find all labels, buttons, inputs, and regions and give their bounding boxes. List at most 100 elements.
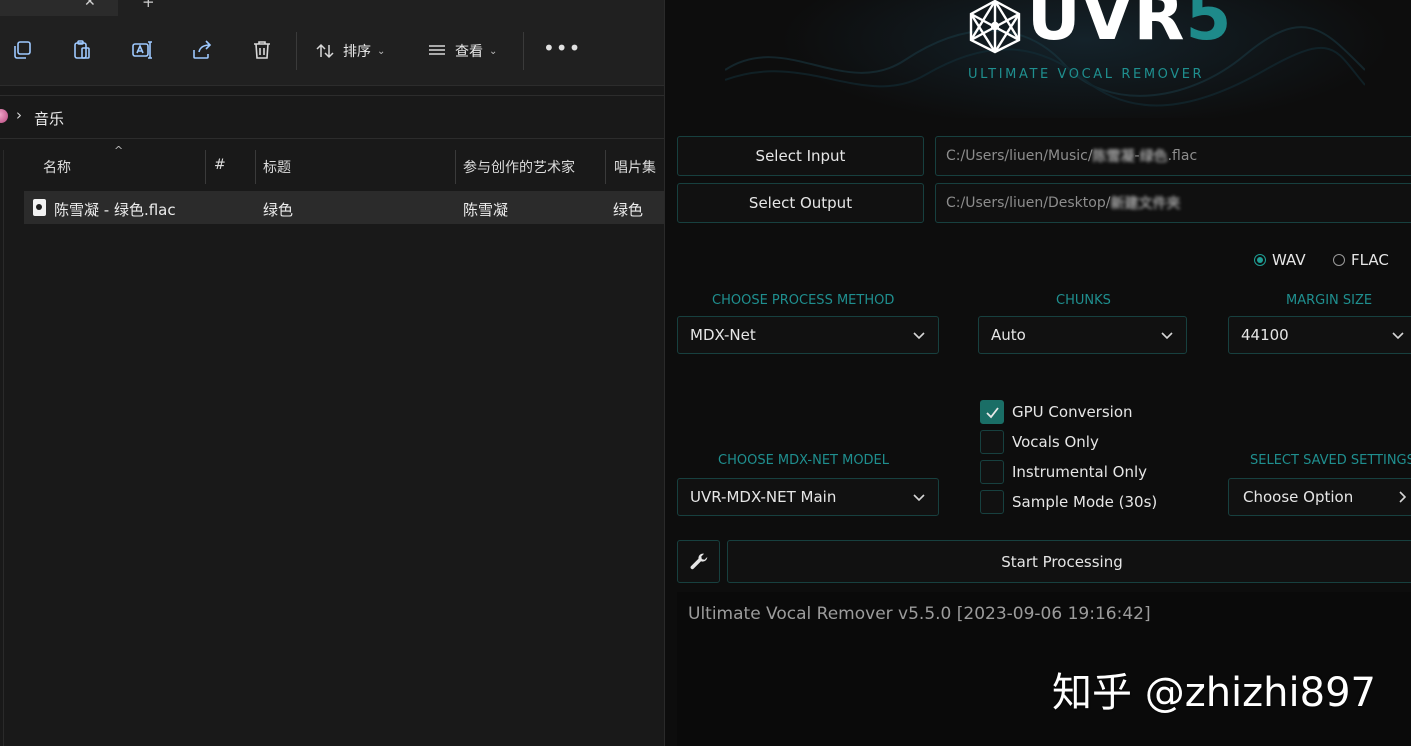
- uvr-banner: UVR5 ULTIMATE VOCAL REMOVER: [665, 0, 1411, 118]
- select-input-button[interactable]: Select Input: [677, 136, 924, 176]
- output-path-folder: 新建文件夹: [1110, 196, 1181, 212]
- neural-network-logo-icon: [969, 0, 1021, 54]
- chevron-down-icon: [1161, 332, 1173, 340]
- music-folder-icon: [0, 109, 8, 123]
- column-divider[interactable]: [455, 150, 456, 184]
- sort-ascending-icon: ^: [114, 144, 124, 157]
- chunks-value: Auto: [991, 326, 1026, 344]
- vocals-only-checkbox[interactable]: Vocals Only: [980, 430, 1099, 454]
- column-divider[interactable]: [605, 150, 606, 184]
- settings-wrench-button[interactable]: [677, 540, 720, 583]
- chevron-down-icon: ⌄: [489, 45, 498, 57]
- saved-settings-value: Choose Option: [1243, 488, 1354, 506]
- margin-size-dropdown[interactable]: 44100: [1228, 316, 1411, 354]
- file-name: 陈雪凝 - 绿色.flac: [54, 201, 176, 219]
- mdx-model-dropdown[interactable]: UVR-MDX-NET Main: [677, 478, 939, 516]
- format-wav-radio[interactable]: WAV: [1254, 251, 1306, 269]
- column-header-artist[interactable]: 参与创作的艺术家: [463, 157, 575, 177]
- sort-arrows-icon: [316, 43, 334, 59]
- sample-mode-label: Sample Mode (30s): [1012, 493, 1158, 511]
- format-flac-radio[interactable]: FLAC: [1333, 251, 1389, 269]
- input-path-ext: .flac: [1167, 148, 1198, 164]
- input-path-title: 绿色: [1139, 149, 1168, 165]
- explorer-toolbar: 排序 ⌄ 查看 ⌄ •••: [0, 16, 664, 86]
- output-path-field[interactable]: C:/Users/liuen/Desktop/新建文件夹: [935, 183, 1411, 223]
- toolbar-divider: [523, 32, 524, 70]
- close-tab-icon[interactable]: ✕: [84, 0, 96, 10]
- select-output-button[interactable]: Select Output: [677, 183, 924, 223]
- input-path-prefix: C:/Users/liuen/Music/: [946, 148, 1093, 164]
- explorer-tab[interactable]: ✕: [0, 0, 118, 16]
- tab-strip: ✕ +: [0, 0, 664, 16]
- new-tab-icon[interactable]: +: [142, 0, 155, 11]
- view-button[interactable]: 查看 ⌄: [427, 38, 497, 64]
- input-path-field[interactable]: C:/Users/liuen/Music/陈雪凝 - 绿色 .flac: [935, 136, 1411, 176]
- file-list: ^ 名称 # 标题 参与创作的艺术家 唱片集 陈雪凝 - 绿色.flac 绿色 …: [0, 140, 664, 746]
- checkbox-unchecked-icon: [980, 490, 1004, 514]
- margin-size-label: MARGIN SIZE: [1286, 293, 1373, 308]
- delete-icon[interactable]: [250, 38, 274, 62]
- radio-unselected-icon: [1333, 254, 1345, 266]
- margin-size-value: 44100: [1241, 326, 1289, 344]
- format-flac-label: FLAC: [1351, 251, 1389, 269]
- chunks-dropdown[interactable]: Auto: [978, 316, 1187, 354]
- address-bar[interactable]: › 音乐: [0, 95, 664, 139]
- wrench-icon: [690, 553, 707, 569]
- sort-button[interactable]: 排序 ⌄: [315, 38, 385, 64]
- sort-button-label: 排序: [343, 44, 371, 60]
- saved-settings-dropdown[interactable]: Choose Option: [1228, 478, 1411, 516]
- checkbox-unchecked-icon: [980, 430, 1004, 454]
- breadcrumb-chevron-icon[interactable]: ›: [16, 106, 22, 124]
- mdx-model-value: UVR-MDX-NET Main: [690, 488, 837, 506]
- checkbox-checked-icon: [980, 400, 1004, 424]
- column-header-album[interactable]: 唱片集: [614, 157, 656, 177]
- toolbar-divider: [296, 32, 297, 70]
- saved-settings-label: SELECT SAVED SETTINGS: [1250, 453, 1411, 468]
- process-method-dropdown[interactable]: MDX-Net: [677, 316, 939, 354]
- process-method-value: MDX-Net: [690, 326, 756, 344]
- gpu-conversion-label: GPU Conversion: [1012, 403, 1133, 421]
- file-album: 绿色: [613, 201, 644, 219]
- file-artist: 陈雪凝: [463, 201, 509, 219]
- list-view-icon: [429, 45, 445, 55]
- instrumental-only-checkbox[interactable]: Instrumental Only: [980, 460, 1147, 484]
- chevron-down-icon: [913, 332, 925, 340]
- logo-number: 5: [1185, 0, 1233, 55]
- view-button-label: 查看: [455, 44, 483, 60]
- process-method-label: CHOOSE PROCESS METHOD: [712, 293, 895, 308]
- sample-mode-checkbox[interactable]: Sample Mode (30s): [980, 490, 1157, 514]
- pane-divider: [3, 150, 4, 746]
- input-path-artist: 陈雪凝: [1092, 149, 1135, 165]
- zhihu-watermark: 知乎 @zhizhi897: [1052, 670, 1376, 716]
- file-explorer-window: ✕ + 排序 ⌄ 查看 ⌄ ••• › 音乐 ^ 名称 # 标题 参与创作的艺术…: [0, 0, 664, 746]
- column-header-name[interactable]: 名称: [43, 157, 71, 177]
- audio-file-icon: [33, 199, 46, 216]
- file-row[interactable]: 陈雪凝 - 绿色.flac 绿色 陈雪凝 绿色: [24, 191, 664, 224]
- breadcrumb-music[interactable]: 音乐: [34, 108, 64, 129]
- console-version-text: Ultimate Vocal Remover v5.5.0 [2023-09-0…: [688, 604, 1151, 624]
- paste-icon[interactable]: [70, 38, 94, 62]
- uvr-window: UVR5 ULTIMATE VOCAL REMOVER Select Input…: [664, 0, 1411, 746]
- chevron-down-icon: [1399, 491, 1407, 503]
- uvr-tagline: ULTIMATE VOCAL REMOVER: [968, 67, 1205, 82]
- more-options-button[interactable]: •••: [543, 36, 581, 60]
- mdx-model-label: CHOOSE MDX-NET MODEL: [718, 453, 890, 468]
- format-wav-label: WAV: [1272, 251, 1306, 269]
- copy-icon[interactable]: [10, 38, 34, 62]
- column-header-title[interactable]: 标题: [263, 157, 291, 177]
- column-divider[interactable]: [255, 150, 256, 184]
- chunks-label: CHUNKS: [1056, 293, 1111, 308]
- file-title: 绿色: [263, 201, 294, 219]
- start-processing-button[interactable]: Start Processing: [727, 540, 1411, 583]
- uvr-logo-text: UVR5: [1027, 0, 1232, 55]
- column-divider[interactable]: [205, 150, 206, 184]
- chevron-down-icon: ⌄: [377, 45, 386, 57]
- checkbox-unchecked-icon: [980, 460, 1004, 484]
- gpu-conversion-checkbox[interactable]: GPU Conversion: [980, 400, 1133, 424]
- radio-selected-icon: [1254, 254, 1266, 266]
- rename-icon[interactable]: [130, 38, 154, 62]
- vocals-only-label: Vocals Only: [1012, 433, 1099, 451]
- column-header-number[interactable]: #: [214, 157, 226, 173]
- instrumental-only-label: Instrumental Only: [1012, 463, 1148, 481]
- share-icon[interactable]: [190, 38, 214, 62]
